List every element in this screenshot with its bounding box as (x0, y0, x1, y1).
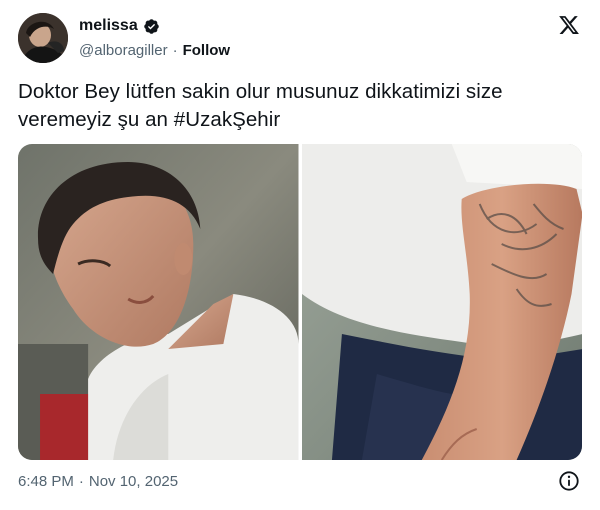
tweet-text: Doktor Bey lütfen sakin olur musunuz dik… (18, 78, 578, 134)
avatar-photo (18, 13, 68, 63)
verified-badge-icon (143, 18, 159, 34)
tweet-date: Nov 10, 2025 (88, 472, 179, 490)
hashtag-link[interactable]: #UzakŞehir (174, 108, 280, 131)
x-logo-icon[interactable] (557, 14, 581, 36)
tweet-time: 6:48 PM (18, 472, 74, 490)
info-icon[interactable] (558, 470, 580, 492)
timestamp-separator: · (78, 472, 84, 490)
media-image-2[interactable] (301, 144, 582, 460)
photo-man-white-tshirt-bending-icon (18, 144, 299, 460)
follow-button[interactable]: Follow (183, 42, 231, 59)
author-avatar[interactable] (18, 13, 68, 63)
tweet-timestamp[interactable]: 6:48 PM · Nov 10, 2025 (18, 470, 178, 492)
author-handle-row: @alboragiller · Follow (79, 40, 230, 60)
media-image-1[interactable] (18, 144, 299, 460)
author-display-name[interactable]: melissa (79, 17, 138, 35)
handle-separator: · (172, 41, 178, 59)
author-handle[interactable]: @alboragiller (79, 42, 168, 59)
author-name-row: melissa (79, 15, 160, 37)
photo-tattooed-arm-icon (301, 144, 582, 460)
media-grid (18, 144, 582, 460)
